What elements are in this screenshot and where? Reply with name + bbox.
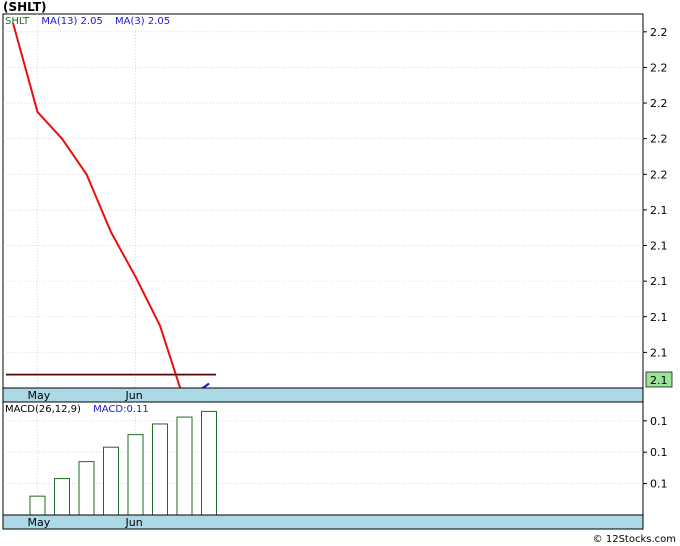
price-y-tick-label: 2.1 bbox=[650, 346, 668, 359]
price-y-tick-label: 2.2 bbox=[650, 26, 668, 39]
legend-symbol: SHLT bbox=[5, 16, 30, 27]
legend-ma3: MA(3) 2.05 bbox=[115, 16, 170, 27]
macd-y-tick-label: 0.1 bbox=[650, 478, 668, 491]
price-y-axis: 2.2 2.2 2.2 2.2 2.2 2.1 2.1 2.1 2.1 2.1 bbox=[643, 26, 668, 359]
last-price-label: 2.1 bbox=[650, 374, 668, 387]
macd-bar bbox=[176, 416, 193, 516]
price-x-axis-band bbox=[2, 387, 644, 403]
macd-bar bbox=[152, 423, 168, 516]
macd-legend-params: MACD(26,12,9) bbox=[5, 404, 81, 415]
macd-bar bbox=[78, 461, 95, 516]
price-y-tick-label: 2.1 bbox=[650, 204, 668, 217]
price-y-tick-label: 2.2 bbox=[650, 97, 668, 110]
price-x-tick-label: Jun bbox=[125, 389, 143, 402]
price-y-tick-label: 2.2 bbox=[650, 133, 668, 146]
macd-bar bbox=[127, 434, 144, 516]
price-y-tick-label: 2.1 bbox=[650, 311, 668, 324]
macd-panel bbox=[2, 401, 644, 516]
price-x-tick-label: May bbox=[28, 389, 51, 402]
macd-y-tick-label: 0.1 bbox=[650, 446, 668, 459]
macd-bar bbox=[103, 446, 119, 516]
macd-x-axis-band bbox=[2, 514, 644, 530]
macd-y-tick-label: 0.1 bbox=[650, 415, 668, 428]
legend-ma13: MA(13) 2.05 bbox=[41, 16, 102, 27]
price-y-tick-label: 2.2 bbox=[650, 168, 668, 181]
price-y-tick-label: 2.1 bbox=[650, 240, 668, 253]
price-y-tick-label: 2.2 bbox=[650, 61, 668, 74]
macd-x-tick-label: May bbox=[28, 516, 51, 529]
macd-y-axis: 0.1 0.1 0.1 bbox=[643, 415, 668, 491]
macd-legend-value: MACD:0.11 bbox=[93, 404, 149, 415]
svg-text:MACD(26,12,9) MACD:0.11: MACD(26,12,9) MACD:0.11 bbox=[5, 404, 149, 415]
chart-title: (SHLT) bbox=[3, 0, 47, 14]
price-y-tick-label: 2.1 bbox=[650, 275, 668, 288]
macd-bar bbox=[54, 478, 70, 516]
footer-copyright: © 12Stocks.com bbox=[593, 534, 676, 545]
macd-x-tick-label: Jun bbox=[125, 516, 143, 529]
svg-text:SHLT MA(13) 2.05 MA(3: SHLT MA(13) 2.05 MA(3) 2.05 bbox=[5, 16, 170, 27]
macd-bar bbox=[201, 410, 217, 516]
chart: (SHLT) 2.2 2.2 2.2 2.2 2.2 2.1 2.1 2.1 2.1 2.1 SH… bbox=[2, 0, 676, 545]
price-panel bbox=[2, 13, 644, 389]
macd-bar bbox=[29, 495, 46, 516]
